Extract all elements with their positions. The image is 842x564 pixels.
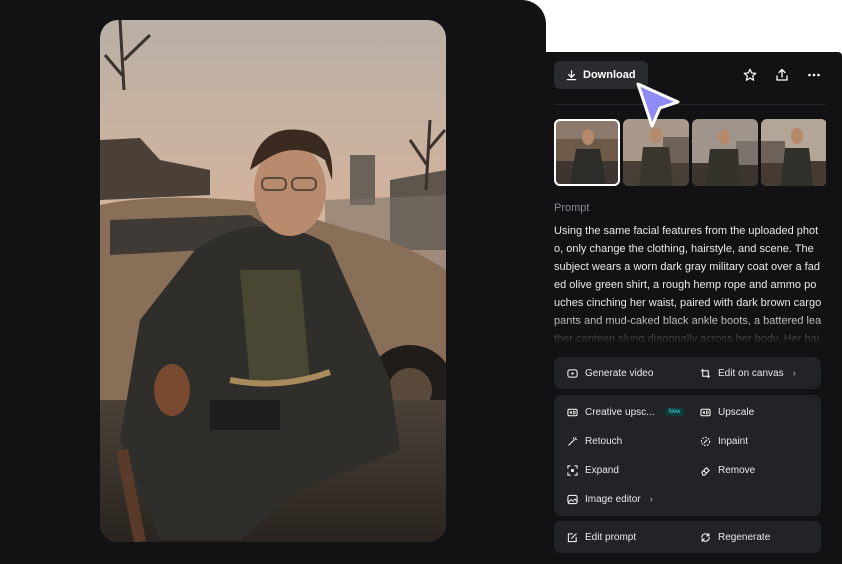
star-icon	[743, 68, 757, 81]
favorite-button[interactable]	[740, 65, 760, 85]
edit-prompt-label: Edit prompt	[585, 531, 637, 543]
edit-prompt-button[interactable]: Edit prompt	[567, 529, 636, 545]
upscale-button[interactable]: Upscale	[700, 404, 754, 420]
prompt-label: Prompt	[554, 202, 590, 214]
magic-wand-icon	[568, 436, 578, 446]
creative-upscale-label: Creative upsc...	[585, 406, 655, 418]
eraser-icon	[701, 466, 710, 476]
edit-on-canvas-label: Edit on canvas	[718, 367, 784, 379]
cursor-pointer-icon	[636, 82, 680, 128]
remove-button[interactable]: Remove	[700, 462, 755, 478]
generated-image[interactable]	[100, 20, 446, 542]
hd-icon	[700, 408, 711, 416]
chevron-right-icon: ›	[649, 493, 653, 505]
generate-video-button[interactable]: Generate video	[567, 365, 653, 381]
expand-label: Expand	[585, 464, 619, 476]
image-editor-label: Image editor	[585, 493, 641, 505]
chevron-right-icon: ›	[792, 367, 796, 379]
download-icon	[566, 69, 577, 80]
retouch-button[interactable]: Retouch	[567, 433, 622, 449]
share-icon	[776, 68, 788, 81]
thumbnail-image	[761, 119, 826, 186]
toolbar: Download	[554, 61, 826, 89]
edit-on-canvas-button[interactable]: Edit on canvas ›	[700, 365, 796, 381]
expand-icon	[567, 464, 578, 476]
divider	[554, 104, 826, 105]
side-panel: Download Prompt Using the same facial fe…	[546, 52, 842, 564]
more-icon	[808, 73, 820, 77]
upscale-label: Upscale	[718, 406, 755, 418]
thumbnail-strip	[554, 119, 826, 186]
image-illustration	[100, 20, 446, 542]
prompt-fade	[554, 314, 826, 344]
creative-upscale-button[interactable]: Creative upsc... New	[567, 404, 684, 420]
remove-label: Remove	[718, 464, 756, 476]
thumbnail-image	[692, 119, 758, 186]
thumbnail-image	[554, 119, 620, 186]
refresh-icon	[701, 532, 710, 542]
app-root: Download Prompt Using the same facial fe…	[0, 0, 842, 564]
image-editor-button[interactable]: Image editor ›	[567, 491, 653, 507]
expand-button[interactable]: Expand	[567, 462, 619, 478]
thumbnail-4[interactable]	[761, 119, 826, 186]
brush-icon	[700, 436, 711, 446]
video-icon	[567, 368, 578, 378]
thumbnail-1[interactable]	[554, 119, 620, 186]
thumbnail-3[interactable]	[692, 119, 758, 186]
edit-tools: Creative upsc... New Upscale Retouch Inp…	[554, 395, 821, 516]
download-label: Download	[583, 69, 636, 81]
generate-video-label: Generate video	[585, 367, 654, 379]
prompt-actions: Edit prompt Regenerate	[554, 521, 821, 553]
regenerate-label: Regenerate	[718, 531, 771, 543]
more-options-button[interactable]	[804, 65, 824, 85]
regenerate-button[interactable]: Regenerate	[700, 529, 770, 545]
edit-icon	[567, 532, 577, 542]
hd-icon	[567, 408, 578, 416]
inpaint-label: Inpaint	[718, 435, 749, 447]
image-icon	[567, 494, 578, 504]
retouch-label: Retouch	[585, 435, 623, 447]
crop-icon	[700, 368, 711, 378]
inpaint-button[interactable]: Inpaint	[700, 433, 748, 449]
share-button[interactable]	[772, 65, 792, 85]
video-canvas-actions: Generate video Edit on canvas ›	[554, 357, 821, 389]
image-viewer	[0, 0, 546, 564]
new-badge: New	[665, 408, 684, 416]
